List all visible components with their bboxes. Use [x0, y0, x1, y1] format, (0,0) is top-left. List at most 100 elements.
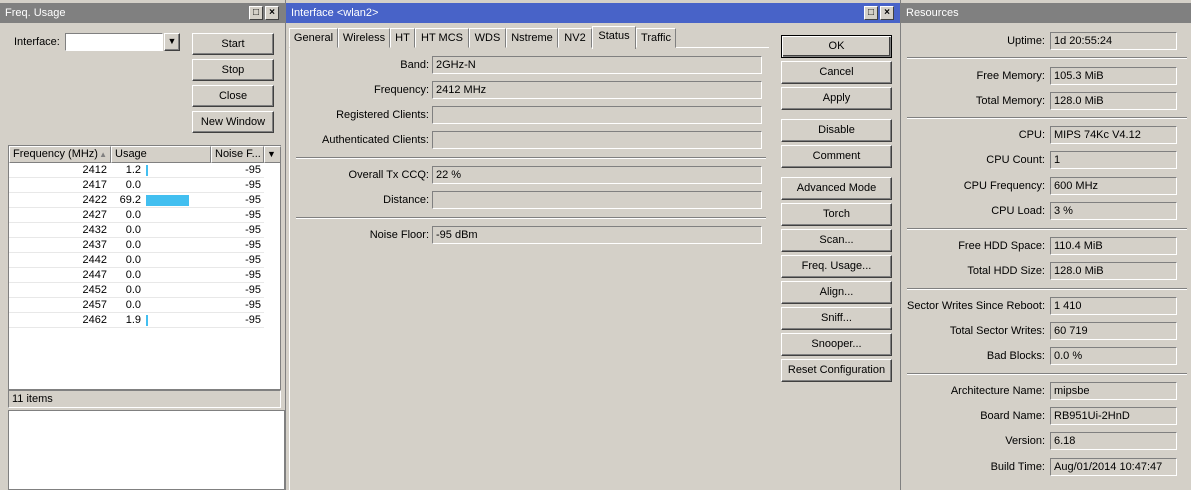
snooper-button[interactable]: Snooper... [781, 333, 892, 356]
table-row[interactable]: 2427 0.0 -95 [9, 208, 264, 223]
frequency-cell: 2447 [82, 269, 107, 281]
version-field: 6.18 [1050, 432, 1177, 450]
sniff-button[interactable]: Sniff... [781, 307, 892, 330]
separator [907, 373, 1187, 375]
tab-nv2[interactable]: NV2 [558, 28, 592, 48]
advanced-mode-button[interactable]: Advanced Mode [781, 177, 892, 200]
close-icon[interactable]: × [880, 6, 894, 20]
cpu-frequency-label: CPU Frequency: [963, 180, 1045, 192]
table-row[interactable]: 2442 0.0 -95 [9, 253, 264, 268]
separator [907, 228, 1187, 230]
close-button[interactable]: Close [192, 85, 274, 107]
table-row[interactable]: 2417 0.0 -95 [9, 178, 264, 193]
resources-title: Resources [906, 7, 959, 19]
tab-ht-mcs[interactable]: HT MCS [415, 28, 469, 48]
registered-clients-label: Registered Clients: [336, 109, 429, 121]
table-row[interactable]: 2447 0.0 -95 [9, 268, 264, 283]
usage-cell: 1.2 [125, 164, 141, 176]
noise-floor-cell: -95 [245, 284, 261, 296]
noise-floor-cell: -95 [245, 299, 261, 311]
tab-status[interactable]: Status [592, 26, 636, 49]
board-name-label: Board Name: [980, 410, 1045, 422]
column-frequency[interactable]: Frequency (MHz) ▲ [9, 146, 111, 163]
cancel-button[interactable]: Cancel [781, 61, 892, 84]
maximize-icon[interactable]: □ [864, 6, 878, 20]
tab-nstreme[interactable]: Nstreme [506, 28, 558, 48]
separator [907, 57, 1187, 59]
noise-floor-cell: -95 [245, 179, 261, 191]
noise-floor-cell: -95 [245, 269, 261, 281]
table-row[interactable]: 2462 1.9 -95 [9, 313, 264, 328]
comment-button[interactable]: Comment [781, 145, 892, 168]
interface-dropdown-button[interactable]: ▼ [164, 33, 180, 51]
usage-cell: 0.0 [125, 299, 141, 311]
new-window-button[interactable]: New Window [192, 111, 274, 133]
overall-tx-ccq-field: 22 % [432, 166, 762, 184]
bad-blocks-field: 0.0 % [1050, 347, 1177, 365]
usage-cell: 0.0 [125, 209, 141, 221]
frequency-label: Frequency: [373, 84, 429, 96]
reset-configuration-button[interactable]: Reset Configuration [781, 359, 892, 382]
resources-titlebar[interactable]: Resources [901, 3, 1191, 23]
frequency-cell: 2427 [82, 209, 107, 221]
usage-cell: 0.0 [125, 254, 141, 266]
status-bar: 11 items [8, 390, 281, 408]
interface-label: Interface: [14, 36, 60, 48]
torch-button[interactable]: Torch [781, 203, 892, 226]
tab-ht[interactable]: HT [390, 28, 415, 48]
noise-floor-cell: -95 [245, 194, 261, 206]
version-label: Version: [1005, 435, 1045, 447]
noise-floor-cell: -95 [245, 239, 261, 251]
freq-usage-titlebar[interactable]: Freq. Usage □ × [0, 3, 285, 23]
free-memory-label: Free Memory: [976, 70, 1045, 82]
usage-cell: 69.2 [119, 194, 141, 206]
cpu-frequency-field: 600 MHz [1050, 177, 1177, 195]
build-time-field: Aug/01/2014 10:47:47 [1050, 458, 1177, 476]
separator [296, 157, 766, 159]
noise-floor-cell: -95 [245, 314, 261, 326]
noise-floor-cell: -95 [245, 164, 261, 176]
separator [296, 217, 766, 219]
scan-button[interactable]: Scan... [781, 229, 892, 252]
ok-button[interactable]: OK [781, 35, 892, 58]
interface-select[interactable] [65, 33, 163, 51]
freq-usage-window: Freq. Usage □ × Interface: ▼ Start Stop … [0, 0, 285, 490]
freq-usage-button[interactable]: Freq. Usage... [781, 255, 892, 278]
usage-bar [146, 315, 148, 326]
cpu-count-label: CPU Count: [986, 154, 1045, 166]
tab-wds[interactable]: WDS [469, 28, 506, 48]
table-row[interactable]: 2437 0.0 -95 [9, 238, 264, 253]
disable-button[interactable]: Disable [781, 119, 892, 142]
usage-bar [146, 165, 148, 176]
table-row[interactable]: 2422 69.2 -95 [9, 193, 264, 208]
bad-blocks-label: Bad Blocks: [986, 350, 1045, 362]
stop-button[interactable]: Stop [192, 59, 274, 81]
uptime-field: 1d 20:55:24 [1050, 32, 1177, 50]
usage-cell: 0.0 [125, 284, 141, 296]
table-row[interactable]: 2457 0.0 -95 [9, 298, 264, 313]
tab-wireless[interactable]: Wireless [338, 28, 390, 48]
frequency-field: 2412 MHz [432, 81, 762, 99]
apply-button[interactable]: Apply [781, 87, 892, 110]
tab-general[interactable]: General [289, 28, 338, 48]
cpu-load-label: CPU Load: [991, 205, 1045, 217]
table-row[interactable]: 2432 0.0 -95 [9, 223, 264, 238]
column-noise[interactable]: Noise F... [211, 146, 264, 163]
usage-cell: 1.9 [125, 314, 141, 326]
maximize-icon[interactable]: □ [249, 6, 263, 20]
align-button[interactable]: Align... [781, 281, 892, 304]
interface-titlebar[interactable]: Interface <wlan2> □ × [286, 3, 900, 23]
close-icon[interactable]: × [265, 6, 279, 20]
table-row[interactable]: 2452 0.0 -95 [9, 283, 264, 298]
usage-cell: 0.0 [125, 179, 141, 191]
registered-clients-field [432, 106, 762, 124]
frequency-cell: 2437 [82, 239, 107, 251]
tab-traffic[interactable]: Traffic [636, 28, 676, 48]
column-usage[interactable]: Usage [111, 146, 211, 163]
table-row[interactable]: 2412 1.2 -95 [9, 163, 264, 178]
free-memory-field: 105.3 MiB [1050, 67, 1177, 85]
cpu-count-field: 1 [1050, 151, 1177, 169]
start-button[interactable]: Start [192, 33, 274, 55]
board-name-field: RB951Ui-2HnD [1050, 407, 1177, 425]
column-menu-button[interactable]: ▼ [264, 146, 281, 163]
